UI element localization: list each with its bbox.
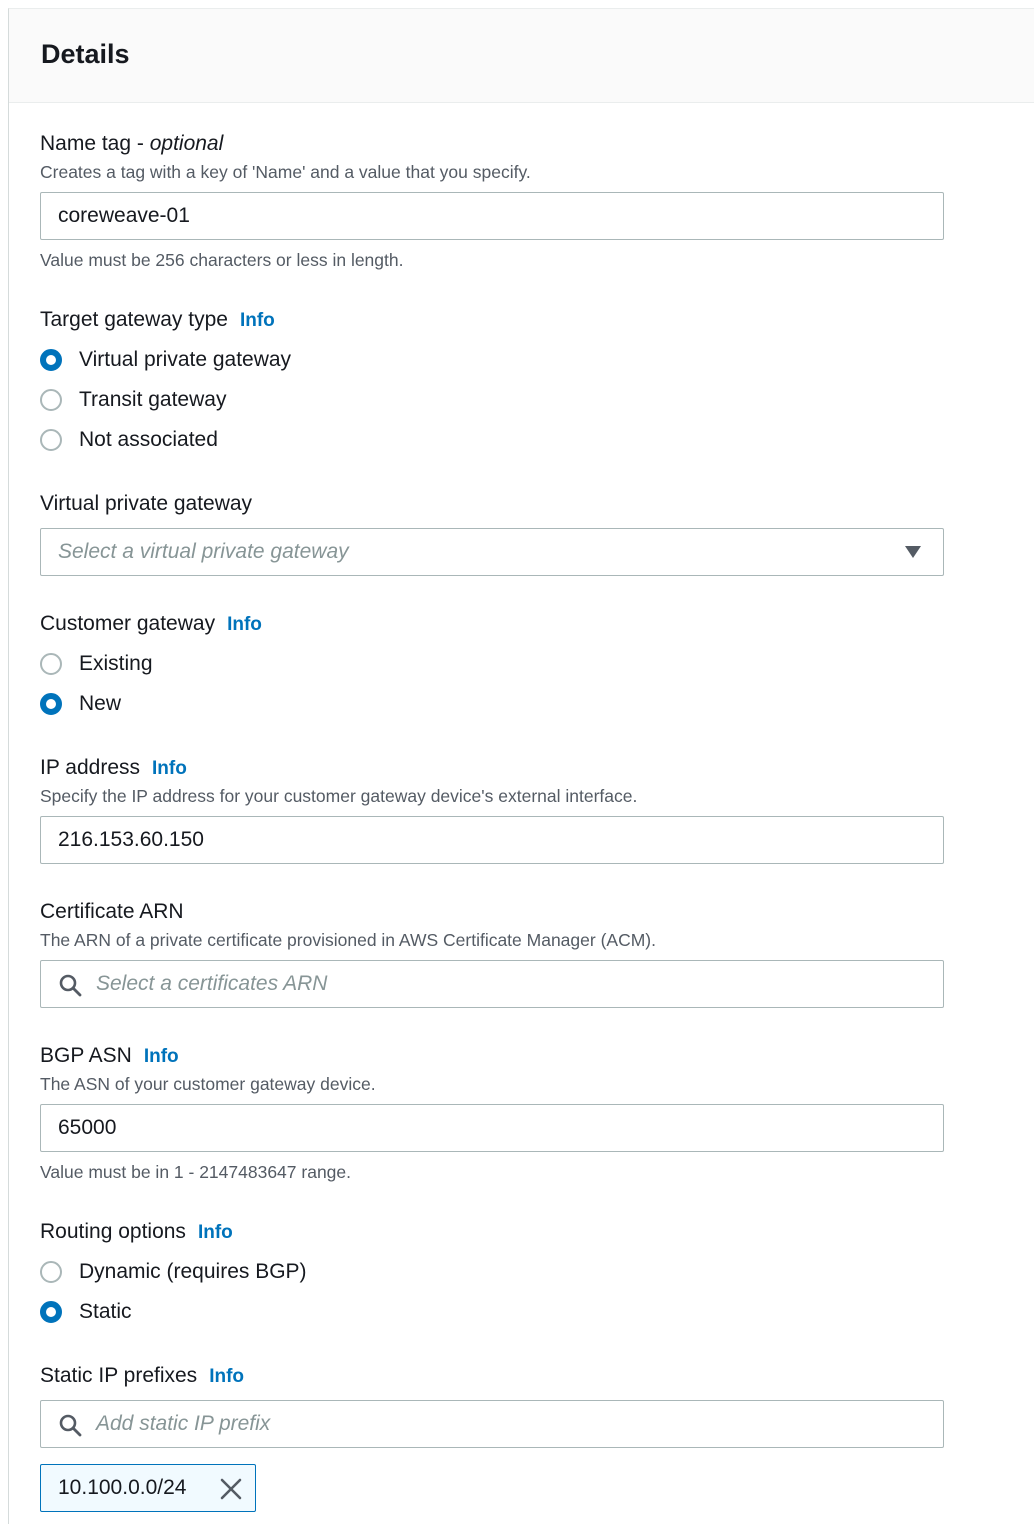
radio-static[interactable]: Static <box>40 1298 132 1326</box>
radio-selected-icon[interactable] <box>40 1301 62 1323</box>
ip-address-info-link[interactable]: Info <box>152 758 187 779</box>
bgp-asn-constraint: Value must be in 1 - 2147483647 range. <box>40 1162 352 1182</box>
close-icon[interactable] <box>219 1477 243 1501</box>
bgp-asn-description: The ASN of your customer gateway device. <box>40 1074 376 1094</box>
certificate-arn-search[interactable]: Select a certificates ARN <box>40 960 944 1008</box>
radio-unselected-icon[interactable] <box>40 1261 62 1283</box>
customer-gateway-info-link[interactable]: Info <box>227 614 262 635</box>
radio-not-associated[interactable]: Not associated <box>40 426 218 454</box>
static-ip-prefixes-label: Static IP prefixes Info <box>40 1364 245 1387</box>
certificate-arn-label: Certificate ARN <box>40 900 184 923</box>
routing-options-label: Routing options Info <box>40 1220 233 1243</box>
target-gateway-type-label: Target gateway type Info <box>40 308 275 331</box>
optional-label: optional <box>149 132 224 155</box>
radio-new[interactable]: New <box>40 690 121 718</box>
static-ip-prefix-token: 10.100.0.0/24 <box>40 1464 256 1512</box>
radio-unselected-icon[interactable] <box>40 429 62 451</box>
ip-address-input[interactable]: 216.153.60.150 <box>40 816 944 864</box>
name-tag-description: Creates a tag with a key of 'Name' and a… <box>40 162 531 182</box>
static-ip-prefixes-info-link[interactable]: Info <box>209 1366 244 1387</box>
virtual-private-gateway-select[interactable]: Select a virtual private gateway <box>40 528 944 576</box>
bgp-asn-input[interactable]: 65000 <box>40 1104 944 1152</box>
panel-title: Details <box>41 39 130 69</box>
radio-selected-icon[interactable] <box>40 349 62 371</box>
caret-down-icon <box>905 546 921 558</box>
radio-existing[interactable]: Existing <box>40 650 153 678</box>
name-tag-input[interactable]: coreweave-01 <box>40 192 944 240</box>
radio-selected-icon[interactable] <box>40 693 62 715</box>
search-icon <box>59 1414 82 1437</box>
radio-dynamic[interactable]: Dynamic (requires BGP) <box>40 1258 307 1286</box>
radio-virtual-private-gateway[interactable]: Virtual private gateway <box>40 346 291 374</box>
search-icon <box>59 974 82 997</box>
static-ip-prefix-search[interactable]: Add static IP prefix <box>40 1400 944 1448</box>
virtual-private-gateway-label: Virtual private gateway <box>40 492 253 515</box>
ip-address-label: IP address Info <box>40 756 187 779</box>
name-tag-constraint: Value must be 256 characters or less in … <box>40 250 404 270</box>
radio-unselected-icon[interactable] <box>40 653 62 675</box>
panel-header: Details <box>9 9 1034 103</box>
customer-gateway-label: Customer gateway Info <box>40 612 262 635</box>
bgp-asn-info-link[interactable]: Info <box>144 1046 179 1067</box>
bgp-asn-label: BGP ASN Info <box>40 1044 179 1067</box>
name-tag-label: Name tag - optional <box>40 132 224 155</box>
certificate-arn-description: The ARN of a private certificate provisi… <box>40 930 656 950</box>
routing-options-info-link[interactable]: Info <box>198 1222 233 1243</box>
target-gateway-info-link[interactable]: Info <box>240 310 275 331</box>
radio-unselected-icon[interactable] <box>40 389 62 411</box>
radio-transit-gateway[interactable]: Transit gateway <box>40 386 226 414</box>
ip-address-description: Specify the IP address for your customer… <box>40 786 638 806</box>
